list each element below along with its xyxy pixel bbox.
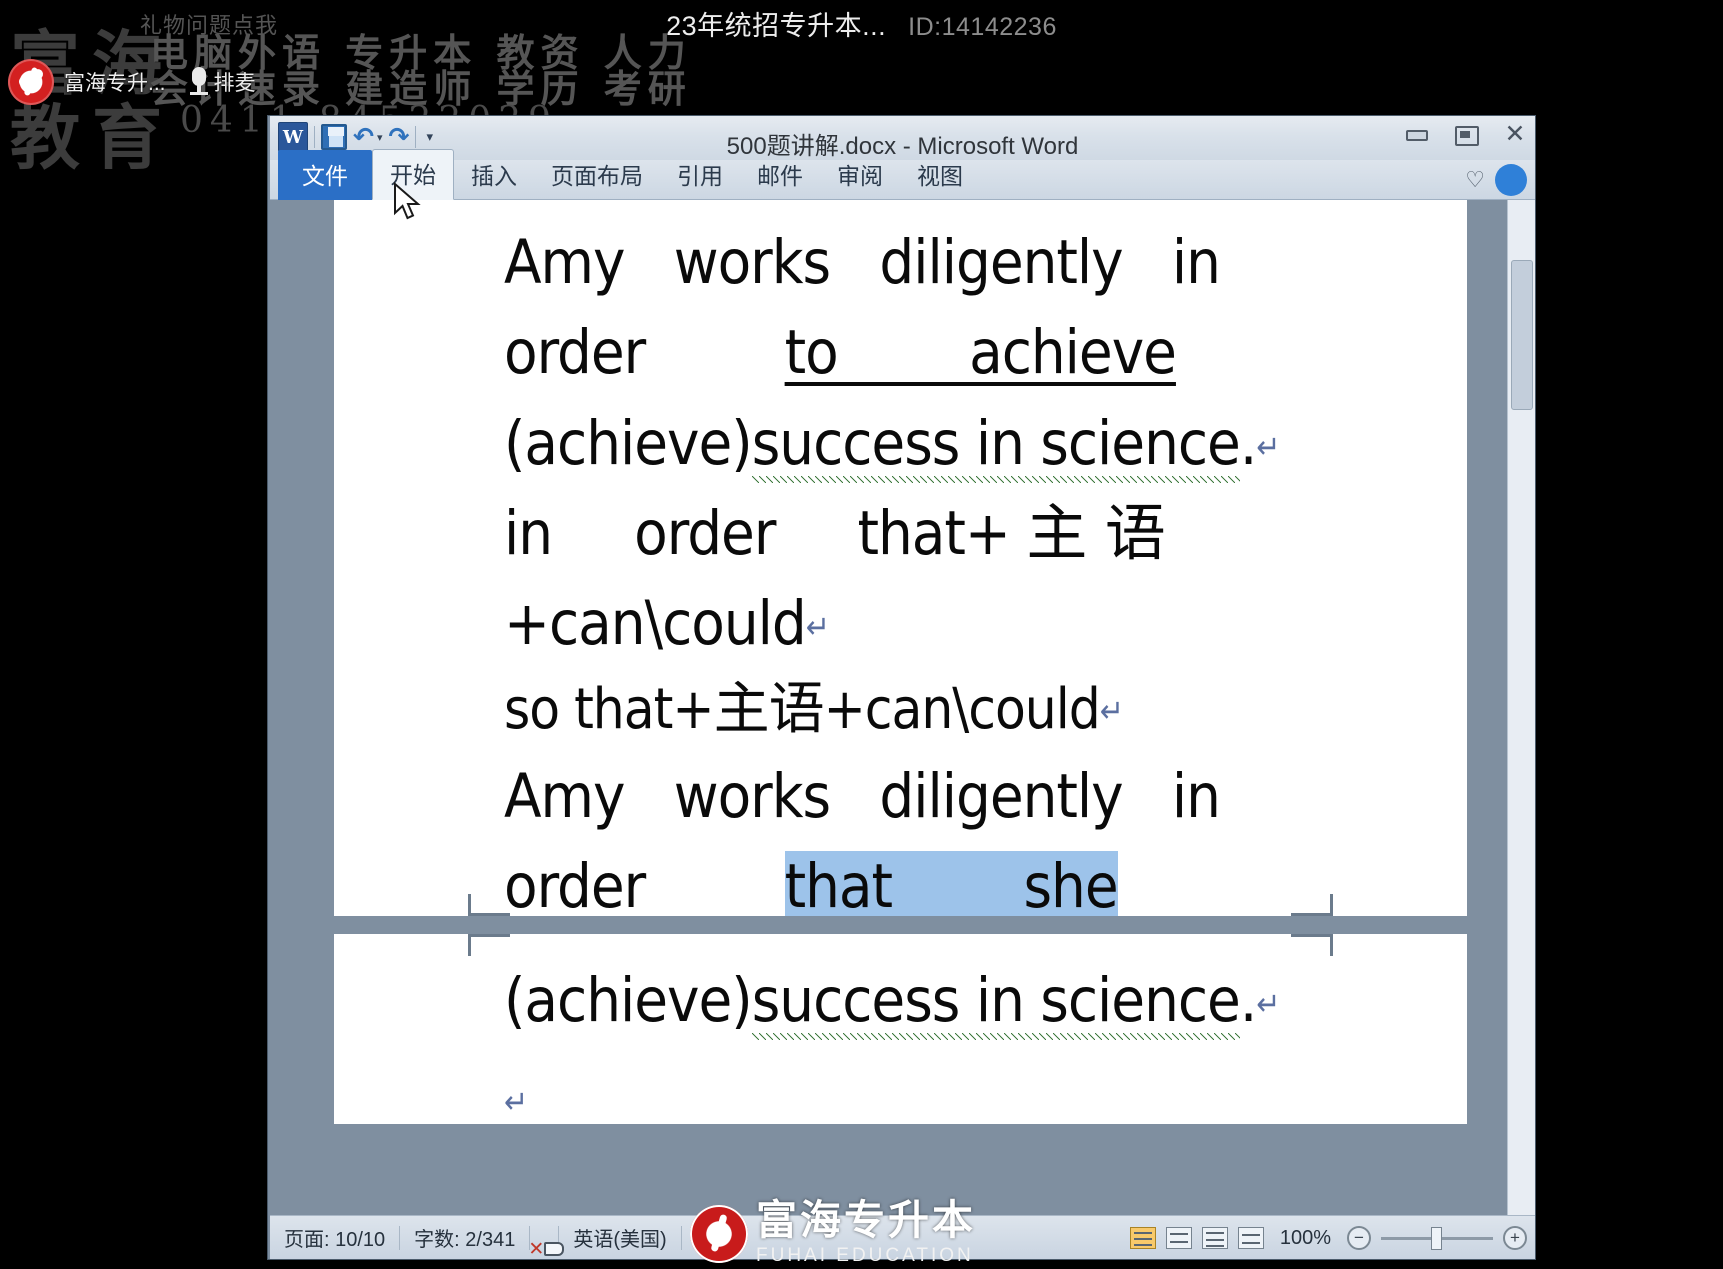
- chevron-up-icon[interactable]: ♡: [1465, 167, 1485, 193]
- page-break-mark-left-2: [468, 934, 510, 956]
- tab-insert[interactable]: 插入: [454, 151, 534, 200]
- ribbon-right-controls[interactable]: ♡: [1465, 164, 1527, 196]
- fuhai-seal-icon: [690, 1204, 748, 1263]
- status-language[interactable]: 英语(美国): [559, 1223, 680, 1252]
- tab-review[interactable]: 审阅: [820, 151, 900, 200]
- ribbon-tabs: 文件 开始 插入 页面布局 引用 邮件 审阅 视图: [278, 149, 980, 200]
- zoom-level-label[interactable]: 100%: [1274, 1227, 1337, 1250]
- bottom-logo-watermark: 富海专升本 FUHAI EDUCATION: [690, 1200, 976, 1267]
- status-word-count[interactable]: 字数: 2/341: [400, 1223, 529, 1252]
- vertical-scrollbar[interactable]: [1507, 200, 1535, 1215]
- restore-icon[interactable]: [1451, 124, 1479, 146]
- mic-queue-label[interactable]: 排麦: [214, 67, 256, 97]
- tab-page-layout[interactable]: 页面布局: [534, 151, 660, 200]
- microphone-icon[interactable]: [188, 67, 210, 97]
- ribbon-tab-bar: 文件 开始 插入 页面布局 引用 邮件 审阅 视图 ♡: [270, 149, 1535, 200]
- bottom-logo-cn: 富海专升本: [756, 1196, 976, 1244]
- minimize-icon[interactable]: [1401, 124, 1429, 146]
- page-break-mark-left: [468, 894, 510, 916]
- doc-line-1: Amy works diligently in: [504, 227, 1221, 298]
- doc-line-6: so that+主语+can\could↵: [504, 677, 1124, 743]
- fuhai-logo-icon: [8, 59, 54, 105]
- doc-line-5: +can\could↵: [504, 588, 830, 660]
- help-icon[interactable]: [1495, 164, 1527, 196]
- streamer-chip[interactable]: 富海专升... 排麦: [8, 58, 256, 106]
- doc-line-3: (achieve)success in science.↵: [334, 399, 1467, 489]
- tab-references[interactable]: 引用: [660, 151, 740, 200]
- zoom-in-button[interactable]: +: [1503, 1226, 1527, 1250]
- tab-mailings[interactable]: 邮件: [740, 151, 820, 200]
- status-view-controls[interactable]: 100% − +: [1129, 1216, 1527, 1260]
- streamer-name: 富海专升...: [64, 72, 166, 95]
- tab-view[interactable]: 视图: [900, 151, 980, 200]
- word-window: W ↶ ▾ ↷ ▾ 500题讲解.docx - Microsoft Word ✕…: [268, 116, 1535, 1260]
- bottom-logo-en: FUHAI EDUCATION: [756, 1245, 974, 1266]
- document-canvas[interactable]: Amy works diligently in order to achieve…: [270, 200, 1535, 1215]
- doc-paragraph-mark-last: ↵: [504, 1083, 528, 1122]
- zoom-slider[interactable]: [1381, 1226, 1493, 1250]
- stream-header: 23年统招专升本... ID:14142236: [0, 4, 1723, 43]
- status-page-number[interactable]: 页面: 10/10: [270, 1223, 399, 1252]
- view-outline-icon[interactable]: [1237, 1227, 1264, 1249]
- zoom-slider-thumb[interactable]: [1431, 1226, 1442, 1250]
- page-gap: [334, 916, 1467, 934]
- stream-screen: 23年统招专升本... ID:14142236 富海 教育 礼物问题点我 电脑外语…: [0, 0, 1723, 1269]
- stream-id-label: ID:14142236: [908, 13, 1057, 41]
- page-top-section: Amy works diligently in order to achieve…: [334, 200, 1467, 923]
- stream-title-text: 23年统招专升本...: [666, 11, 887, 41]
- close-icon[interactable]: ✕: [1501, 122, 1529, 147]
- mouse-cursor-icon: [394, 182, 421, 220]
- window-controls[interactable]: ✕: [1401, 122, 1529, 147]
- view-full-screen-reading-icon[interactable]: [1165, 1227, 1192, 1249]
- page-break-mark-right-2: [1291, 934, 1333, 956]
- highlighted-selection[interactable]: that she: [784, 851, 1119, 923]
- doc-line-2: order to achieve: [504, 317, 1177, 389]
- tab-file[interactable]: 文件: [278, 150, 372, 200]
- page-bottom-section: (achieve)success in science.↵ ↵: [334, 934, 1467, 1124]
- view-web-layout-icon[interactable]: [1201, 1227, 1228, 1249]
- doc-line-7: Amy works diligently in: [504, 761, 1221, 833]
- document-page[interactable]: Amy works diligently in order to achieve…: [334, 200, 1467, 1124]
- scrollbar-thumb[interactable]: [1511, 260, 1533, 410]
- page-break-mark-right: [1291, 894, 1333, 916]
- zoom-out-button[interactable]: −: [1347, 1226, 1371, 1250]
- view-print-layout-icon[interactable]: [1129, 1227, 1156, 1249]
- doc-line-4: in order that+ 主 语: [504, 497, 1166, 569]
